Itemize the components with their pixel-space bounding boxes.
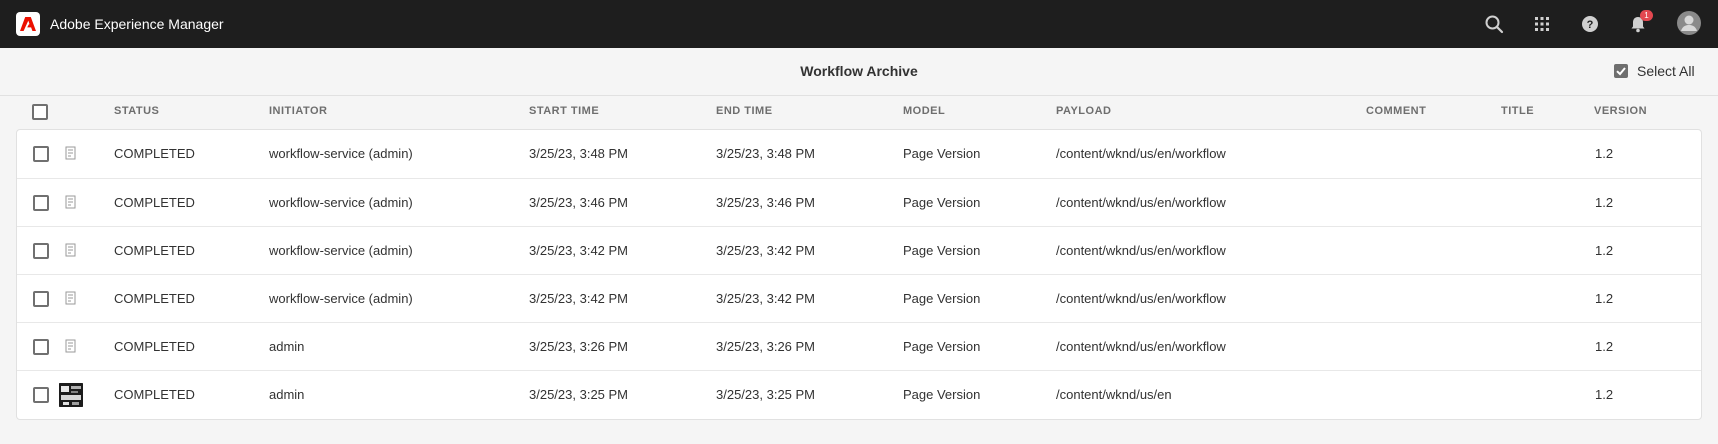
- cell-end-time: 3/25/23, 3:42 PM: [716, 243, 816, 258]
- page-icon: [65, 291, 76, 305]
- cell-model: Page Version: [903, 243, 981, 258]
- column-header-title[interactable]: TITLE: [1501, 96, 1534, 126]
- cell-model: Page Version: [903, 339, 981, 354]
- cell-status: COMPLETED: [114, 339, 195, 354]
- column-header-version[interactable]: VERSION: [1594, 96, 1647, 126]
- table-header: STATUS INITIATOR START TIME END TIME MOD…: [16, 96, 1702, 126]
- column-header-status[interactable]: STATUS: [114, 96, 159, 126]
- cell-model: Page Version: [903, 291, 981, 306]
- cell-initiator: workflow-service (admin): [269, 195, 413, 210]
- cell-status: COMPLETED: [114, 146, 195, 161]
- page-icon: [65, 243, 76, 257]
- cell-start-time: 3/25/23, 3:46 PM: [529, 195, 629, 210]
- checkbox-checked-icon: [1614, 64, 1628, 78]
- cell-version: 1.2: [1595, 339, 1614, 354]
- column-header-end-time[interactable]: END TIME: [716, 96, 773, 126]
- column-header-comment[interactable]: COMMENT: [1366, 96, 1426, 126]
- page-icon: [65, 195, 76, 209]
- cell-start-time: 3/25/23, 3:26 PM: [529, 339, 629, 354]
- table-row[interactable]: COMPLETED workflow-service (admin) 3/25/…: [17, 274, 1701, 323]
- select-all-label: Select All: [1637, 63, 1695, 79]
- cell-start-time: 3/25/23, 3:42 PM: [529, 243, 629, 258]
- table-row[interactable]: COMPLETED workflow-service (admin) 3/25/…: [17, 130, 1701, 178]
- cell-initiator: workflow-service (admin): [269, 243, 413, 258]
- cell-version: 1.2: [1595, 387, 1614, 402]
- bell-icon[interactable]: 1: [1626, 10, 1653, 36]
- cell-payload: /content/wknd/us/en/workflow: [1056, 195, 1226, 210]
- cell-status: COMPLETED: [114, 243, 195, 258]
- table-row[interactable]: COMPLETED admin 3/25/23, 3:25 PM 3/25/23…: [17, 370, 1701, 419]
- cell-initiator: workflow-service (admin): [269, 146, 413, 161]
- page-icon: [65, 339, 76, 353]
- svg-text:?: ?: [1587, 19, 1594, 31]
- cell-payload: /content/wknd/us/en/workflow: [1056, 339, 1226, 354]
- search-icon[interactable]: [1482, 12, 1506, 36]
- cell-payload: /content/wknd/us/en/workflow: [1056, 243, 1226, 258]
- column-header-initiator[interactable]: INITIATOR: [269, 96, 327, 126]
- cell-start-time: 3/25/23, 3:42 PM: [529, 291, 629, 306]
- adobe-a-icon: [20, 17, 36, 31]
- cell-version: 1.2: [1595, 146, 1614, 161]
- table-row[interactable]: COMPLETED admin 3/25/23, 3:26 PM 3/25/23…: [17, 322, 1701, 371]
- help-icon[interactable]: ?: [1578, 12, 1602, 36]
- column-header-model[interactable]: MODEL: [903, 96, 945, 126]
- cell-initiator: workflow-service (admin): [269, 291, 413, 306]
- cell-end-time: 3/25/23, 3:25 PM: [716, 387, 816, 402]
- cell-start-time: 3/25/23, 3:25 PM: [529, 387, 629, 402]
- cell-initiator: admin: [269, 339, 305, 354]
- workflow-table: COMPLETED workflow-service (admin) 3/25/…: [16, 129, 1702, 420]
- cell-end-time: 3/25/23, 3:48 PM: [716, 146, 816, 161]
- table-row[interactable]: COMPLETED workflow-service (admin) 3/25/…: [17, 226, 1701, 275]
- cell-initiator: admin: [269, 387, 305, 402]
- column-header-payload[interactable]: PAYLOAD: [1056, 96, 1111, 126]
- notification-badge: 1: [1640, 10, 1653, 21]
- cell-payload: /content/wknd/us/en/workflow: [1056, 291, 1226, 306]
- row-select-checkbox[interactable]: [33, 339, 49, 355]
- cell-status: COMPLETED: [114, 195, 195, 210]
- adobe-logo-icon[interactable]: [16, 12, 40, 36]
- table-row[interactable]: COMPLETED workflow-service (admin) 3/25/…: [17, 178, 1701, 227]
- row-select-checkbox[interactable]: [33, 195, 49, 211]
- app-title[interactable]: Adobe Experience Manager: [50, 0, 224, 48]
- apps-grid-icon[interactable]: [1530, 12, 1554, 36]
- row-select-checkbox[interactable]: [33, 146, 49, 162]
- cell-start-time: 3/25/23, 3:48 PM: [529, 146, 629, 161]
- cell-model: Page Version: [903, 146, 981, 161]
- cell-status: COMPLETED: [114, 291, 195, 306]
- cell-model: Page Version: [903, 195, 981, 210]
- cell-version: 1.2: [1595, 195, 1614, 210]
- cell-end-time: 3/25/23, 3:46 PM: [716, 195, 816, 210]
- cell-payload: /content/wknd/us/en/workflow: [1056, 146, 1226, 161]
- row-select-checkbox[interactable]: [33, 291, 49, 307]
- cell-version: 1.2: [1595, 291, 1614, 306]
- cell-status: COMPLETED: [114, 387, 195, 402]
- page-thumbnail: [59, 383, 83, 407]
- top-nav-bar: Adobe Experience Manager ? 1: [0, 0, 1718, 48]
- cell-payload: /content/wknd/us/en: [1056, 387, 1172, 402]
- cell-model: Page Version: [903, 387, 981, 402]
- page-icon: [65, 146, 76, 160]
- row-select-checkbox[interactable]: [33, 243, 49, 259]
- row-select-checkbox[interactable]: [33, 387, 49, 403]
- avatar[interactable]: [1676, 10, 1702, 36]
- cell-end-time: 3/25/23, 3:26 PM: [716, 339, 816, 354]
- action-bar: Workflow Archive Select All: [0, 48, 1718, 96]
- cell-end-time: 3/25/23, 3:42 PM: [716, 291, 816, 306]
- cell-version: 1.2: [1595, 243, 1614, 258]
- column-header-start-time[interactable]: START TIME: [529, 96, 599, 126]
- header-select-checkbox[interactable]: [32, 104, 48, 120]
- page-title: Workflow Archive: [800, 63, 918, 79]
